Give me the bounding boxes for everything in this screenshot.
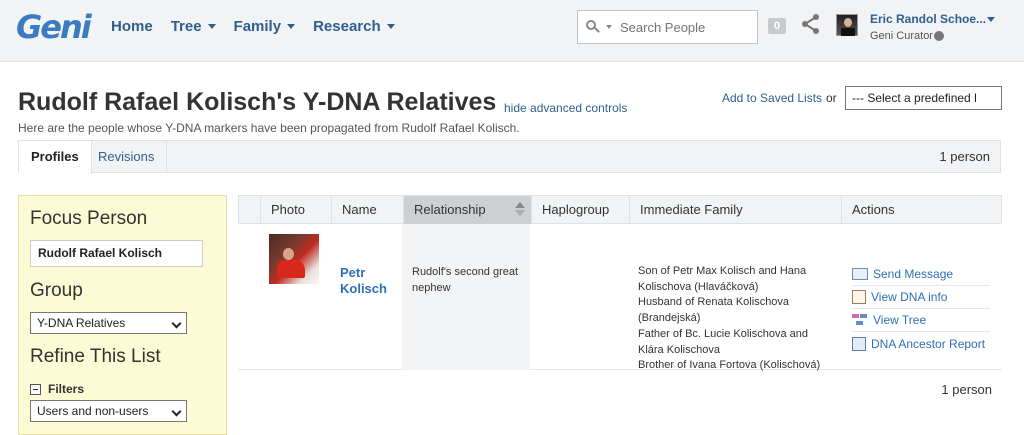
add-to-saved-lists-link[interactable]: Add to Saved Lists xyxy=(722,91,822,105)
column-relationship-label: Relationship xyxy=(414,202,486,217)
immediate-family-text: Son of Petr Max Kolisch and Hana Kolisch… xyxy=(638,264,828,374)
chevron-down-icon[interactable] xyxy=(606,25,612,29)
relatives-table: Photo Name Relationship Haplogroup Immed… xyxy=(238,195,1002,397)
nav-home[interactable]: Home xyxy=(111,18,153,35)
focus-person-input[interactable]: Rudolf Rafael Kolisch xyxy=(30,240,203,267)
nav-home-label: Home xyxy=(111,18,153,35)
family-children: Father of Bc. Lucie Kolischova and Klára… xyxy=(638,327,808,356)
report-icon xyxy=(852,336,866,351)
hide-advanced-controls-link[interactable]: hide advanced controls xyxy=(504,101,627,115)
nav-research-label: Research xyxy=(313,18,381,35)
users-select-value: Users and non-users xyxy=(37,404,149,418)
view-dna-info-label: View DNA info xyxy=(871,290,948,304)
filters-label: Filters xyxy=(48,382,85,396)
notification-badge[interactable]: 0 xyxy=(768,18,786,34)
avatar[interactable] xyxy=(836,14,858,36)
profile-name-link[interactable]: Petr Kolisch xyxy=(340,265,400,297)
result-count-bottom: 1 person xyxy=(941,382,992,397)
chevron-down-icon xyxy=(207,24,216,29)
send-message-action[interactable]: Send Message xyxy=(852,263,990,286)
chevron-down-icon xyxy=(287,24,296,29)
geni-logo[interactable]: Geni xyxy=(16,8,92,46)
family-parents: Son of Petr Max Kolisch and Hana Kolisch… xyxy=(638,265,807,293)
table-row: Petr Kolisch Rudolf's second great nephe… xyxy=(238,224,1002,371)
table-header: Photo Name Relationship Haplogroup Immed… xyxy=(238,195,1002,224)
nav-tree[interactable]: Tree xyxy=(171,18,216,35)
view-dna-info-action[interactable]: View DNA info xyxy=(852,286,990,309)
tree-icon xyxy=(852,314,868,326)
result-count: 1 person xyxy=(939,149,990,164)
column-actions: Actions xyxy=(841,196,1001,224)
site-header: Geni Home Tree Family Research 0 Eric Ra… xyxy=(0,0,1024,62)
nav-family[interactable]: Family xyxy=(234,18,296,35)
user-name-link[interactable]: Eric Randol Schoe... xyxy=(870,12,986,26)
relationship-text: Rudolf's second great nephew xyxy=(412,266,519,294)
nav-family-label: Family xyxy=(233,18,282,35)
filters-toggle[interactable]: Filters xyxy=(30,382,84,396)
tabs-bar: Profiles Revisions 1 person xyxy=(18,140,1001,174)
tab-profiles[interactable]: Profiles xyxy=(19,141,92,174)
group-select-value: Y-DNA Relatives xyxy=(37,316,126,330)
column-name[interactable]: Name xyxy=(331,196,403,224)
search-icon[interactable] xyxy=(586,19,604,35)
chevron-down-icon[interactable] xyxy=(987,17,995,22)
view-tree-action[interactable]: View Tree xyxy=(852,309,990,332)
refine-heading: Refine This List xyxy=(30,346,161,367)
profile-photo[interactable] xyxy=(269,234,319,284)
chevron-down-icon xyxy=(171,406,182,417)
column-photo: Photo xyxy=(260,196,332,224)
search-box[interactable] xyxy=(577,10,758,44)
group-heading: Group xyxy=(30,280,83,301)
page-subtitle: Here are the people whose Y-DNA markers … xyxy=(18,121,520,135)
share-icon[interactable] xyxy=(800,13,822,35)
chevron-down-icon xyxy=(386,24,395,29)
collapse-icon[interactable] xyxy=(30,383,41,395)
main-nav: Home Tree Family Research xyxy=(111,18,413,35)
family-spouse: Husband of Renata Kolischova (Brandejská… xyxy=(638,296,790,325)
filter-sidebar: Focus Person Rudolf Rafael Kolisch Group… xyxy=(18,195,227,435)
tab-revisions[interactable]: Revisions xyxy=(86,141,168,173)
dna-ancestor-report-action[interactable]: DNA Ancestor Report xyxy=(852,332,990,355)
view-tree-label: View Tree xyxy=(873,313,927,327)
group-select[interactable]: Y-DNA Relatives xyxy=(30,312,187,334)
send-message-label: Send Message xyxy=(873,267,954,281)
chevron-down-icon xyxy=(171,318,182,329)
family-siblings: Brother of Ivana Fortova (Kolischová) xyxy=(638,359,821,372)
focus-person-heading: Focus Person xyxy=(30,208,148,229)
users-filter-select[interactable]: Users and non-users xyxy=(30,400,187,422)
search-input[interactable] xyxy=(620,19,750,35)
nav-tree-label: Tree xyxy=(170,18,202,35)
profile-first-name: Petr xyxy=(340,265,366,280)
column-relationship[interactable]: Relationship xyxy=(403,196,531,224)
or-text: or xyxy=(826,91,837,105)
predefined-list-select[interactable]: --- Select a predefined l xyxy=(845,86,1002,110)
globe-icon xyxy=(934,31,944,41)
profile-last-name: Kolisch xyxy=(340,281,387,296)
envelope-icon xyxy=(852,268,868,280)
row-actions: Send Message View DNA info View Tree DNA… xyxy=(852,263,990,355)
document-icon xyxy=(852,290,866,304)
sort-icon[interactable] xyxy=(515,202,525,216)
column-immediate-family: Immediate Family xyxy=(629,196,841,224)
nav-research[interactable]: Research xyxy=(313,18,395,35)
column-haplogroup: Haplogroup xyxy=(531,196,629,224)
page-title: Rudolf Rafael Kolisch's Y-DNA Relatives xyxy=(18,88,497,116)
dna-ancestor-report-label: DNA Ancestor Report xyxy=(871,336,986,351)
user-role: Geni Curator xyxy=(870,30,933,42)
